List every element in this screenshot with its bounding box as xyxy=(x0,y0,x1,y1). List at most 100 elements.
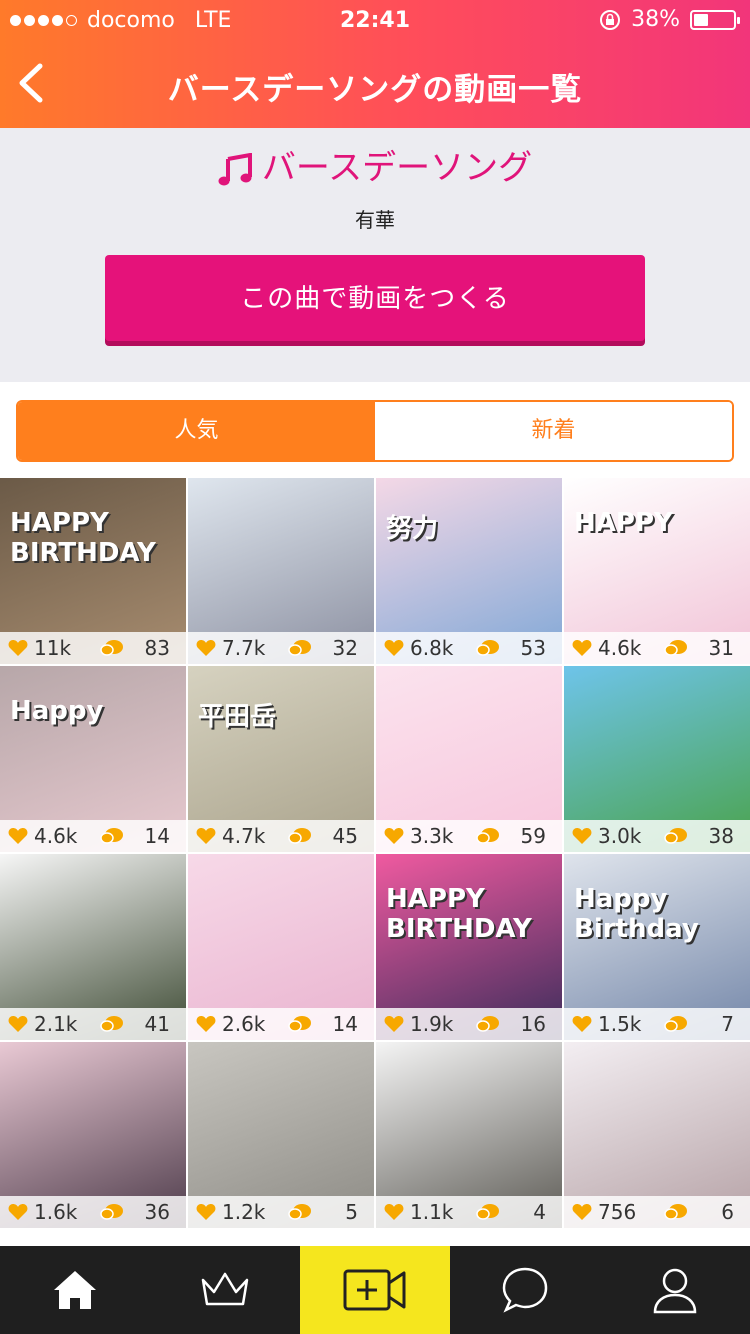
like-count: 4.6k xyxy=(598,636,642,660)
video-thumbnail[interactable]: HAPPY 4.6k 31 xyxy=(564,478,750,664)
video-stats: 756 6 xyxy=(564,1196,750,1228)
video-thumbnail[interactable]: HAPPY BIRTHDAY 11k 83 xyxy=(0,478,186,664)
heart-icon xyxy=(384,1016,404,1032)
status-right: 38% xyxy=(599,7,740,32)
comment-count: 6 xyxy=(721,1200,734,1224)
video-stats: 4.7k 45 xyxy=(188,820,374,852)
like-count: 11k xyxy=(34,636,72,660)
rotation-lock-icon xyxy=(600,9,621,30)
home-icon xyxy=(54,1271,96,1309)
crown-icon xyxy=(201,1272,249,1306)
battery-icon xyxy=(690,9,740,30)
tab-popular[interactable]: 人気 xyxy=(18,402,375,460)
comment-count: 53 xyxy=(520,636,546,660)
video-thumbnail[interactable]: 3.3k 59 xyxy=(376,666,562,852)
heart-icon xyxy=(572,640,592,656)
comment-icon xyxy=(476,1016,499,1032)
comment-count: 4 xyxy=(533,1200,546,1224)
comment-icon xyxy=(100,828,123,844)
thumbnail-text: 努力 xyxy=(386,514,439,544)
tab-ranking[interactable] xyxy=(150,1246,300,1334)
video-thumbnail[interactable]: 7.7k 32 xyxy=(188,478,374,664)
heart-icon xyxy=(196,1204,216,1220)
heart-icon xyxy=(196,640,216,656)
like-count: 4.6k xyxy=(34,824,78,848)
comment-count: 31 xyxy=(708,636,734,660)
header: docomo LTE 22:41 38% バースデーソングの動画一覧 xyxy=(0,0,750,128)
video-stats: 1.6k 36 xyxy=(0,1196,186,1228)
video-stats: 1.1k 4 xyxy=(376,1196,562,1228)
comment-count: 16 xyxy=(520,1012,546,1036)
tab-home[interactable] xyxy=(0,1246,150,1334)
comment-count: 45 xyxy=(332,824,358,848)
video-stats: 2.1k 41 xyxy=(0,1008,186,1040)
video-thumbnail[interactable]: 2.1k 41 xyxy=(0,854,186,1040)
status-bar: docomo LTE 22:41 38% xyxy=(0,0,750,40)
comment-icon xyxy=(664,1204,687,1220)
like-count: 1.2k xyxy=(222,1200,266,1224)
video-stats: 4.6k 31 xyxy=(564,632,750,664)
video-thumbnail[interactable]: 平田岳 4.7k 45 xyxy=(188,666,374,852)
like-count: 756 xyxy=(598,1200,637,1224)
video-thumbnail[interactable]: 1.2k 5 xyxy=(188,1042,374,1228)
make-video-button[interactable]: この曲で動画をつくる xyxy=(105,255,645,341)
comment-icon xyxy=(288,640,311,656)
video-stats: 3.3k 59 xyxy=(376,820,562,852)
like-count: 4.7k xyxy=(222,824,266,848)
like-count: 7.7k xyxy=(222,636,266,660)
tab-create[interactable] xyxy=(300,1246,450,1334)
page-title: バースデーソングの動画一覧 xyxy=(167,72,583,108)
heart-icon xyxy=(572,1016,592,1032)
heart-icon xyxy=(8,828,28,844)
artist-name[interactable]: 有華 xyxy=(0,204,750,233)
comment-icon xyxy=(476,828,499,844)
comment-icon xyxy=(476,640,499,656)
comment-count: 7 xyxy=(721,1012,734,1036)
tab-messages[interactable] xyxy=(450,1246,600,1334)
video-thumbnail[interactable]: 756 6 xyxy=(564,1042,750,1228)
video-thumbnail[interactable]: 2.6k 14 xyxy=(188,854,374,1040)
video-thumbnail[interactable]: 3.0k 38 xyxy=(564,666,750,852)
comment-icon xyxy=(100,1016,123,1032)
comment-count: 14 xyxy=(144,824,170,848)
heart-icon xyxy=(572,1204,592,1220)
comment-count: 41 xyxy=(144,1012,170,1036)
video-stats: 7.7k 32 xyxy=(188,632,374,664)
video-thumbnail[interactable]: 1.1k 4 xyxy=(376,1042,562,1228)
thumbnail-text: 平田岳 xyxy=(198,702,277,732)
comment-icon xyxy=(100,640,123,656)
video-thumbnail[interactable]: Happy Birthday 1.5k 7 xyxy=(564,854,750,1040)
song-title-row: バースデーソング xyxy=(0,140,750,189)
comment-icon xyxy=(664,640,687,656)
like-count: 6.8k xyxy=(410,636,454,660)
sort-segment: 人気 新着 xyxy=(16,400,734,462)
song-title: バースデーソング xyxy=(261,148,533,188)
thumbnail-text: Happy xyxy=(10,696,104,726)
video-thumbnail[interactable]: HAPPY BIRTHDAY 1.9k 16 xyxy=(376,854,562,1040)
tab-profile[interactable] xyxy=(600,1246,750,1334)
comment-count: 38 xyxy=(708,824,734,848)
profile-icon xyxy=(653,1268,697,1314)
video-stats: 2.6k 14 xyxy=(188,1008,374,1040)
song-panel: バースデーソング 有華 この曲で動画をつくる xyxy=(0,128,750,382)
like-count: 2.6k xyxy=(222,1012,266,1036)
comment-count: 32 xyxy=(332,636,358,660)
comment-count: 59 xyxy=(520,824,546,848)
comment-icon xyxy=(288,1016,311,1032)
video-list: 人気 新着 HAPPY BIRTHDAY 11k 83 7.7k 32 努力 6.8k 53 H… xyxy=(0,382,750,1246)
like-count: 1.1k xyxy=(410,1200,454,1224)
like-count: 1.6k xyxy=(34,1200,78,1224)
video-thumbnail[interactable]: Happy 4.6k 14 xyxy=(0,666,186,852)
tab-new[interactable]: 新着 xyxy=(375,402,732,460)
heart-icon xyxy=(384,1204,404,1220)
heart-icon xyxy=(196,1016,216,1032)
video-thumbnail[interactable]: 努力 6.8k 53 xyxy=(376,478,562,664)
comment-icon xyxy=(288,828,311,844)
video-thumbnail[interactable]: 1.6k 36 xyxy=(0,1042,186,1228)
video-stats: 1.2k 5 xyxy=(188,1196,374,1228)
heart-icon xyxy=(384,828,404,844)
chat-bubble-icon xyxy=(502,1267,548,1313)
thumbnail-text: HAPPY xyxy=(574,508,673,538)
video-add-icon xyxy=(343,1269,406,1311)
video-stats: 6.8k 53 xyxy=(376,632,562,664)
